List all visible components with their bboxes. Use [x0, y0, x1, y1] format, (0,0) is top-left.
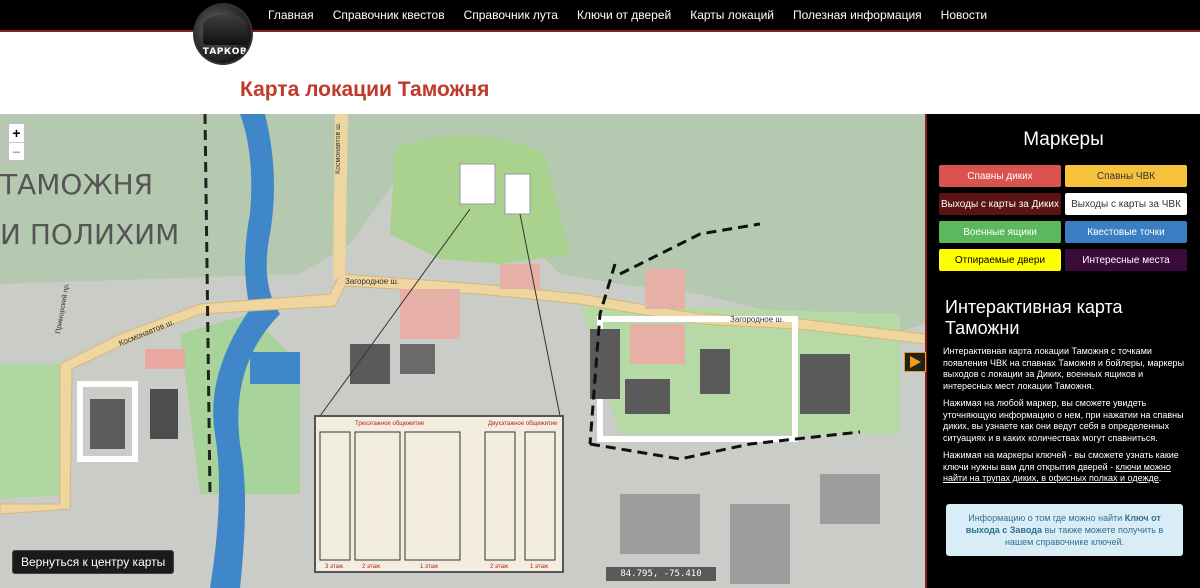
info-title-line-1: Интерактивная карта [945, 297, 1123, 317]
map-canvas[interactable]: ТАМОЖНЯ И ПОЛИХИМ Загородное ш. Загородн… [0, 114, 925, 588]
floor-label-4: 2 этаж [490, 564, 508, 570]
recenter-button[interactable]: Вернуться к центру карты [12, 550, 175, 574]
dorm-small-2 [504, 173, 531, 215]
zoom-control: + − [7, 122, 26, 162]
logo-figures [203, 15, 247, 45]
floor-label-1: 3 этаж [325, 564, 343, 570]
top-navbar: Главная Справочник квестов Справочник лу… [0, 0, 1200, 32]
info-title-line-2: Таможни [945, 318, 1020, 338]
marker-btn-military-crates[interactable]: Военные ящики [939, 221, 1061, 243]
road-label-zagorodnoe-2: Загородное ш. [730, 315, 784, 324]
dorm-small-1 [459, 163, 496, 205]
factory-key-notice: Информацию о том где можно найти Ключ от… [946, 504, 1183, 556]
zoom-in-button[interactable]: + [9, 124, 24, 142]
zone-east-2 [645, 269, 685, 309]
dorm-plan-title-right: Двухэтажное общежитие [488, 421, 558, 427]
road-label-kosmonavtov-vert: Космонавтов ш. [335, 122, 342, 174]
info-text: Интерактивная карта локации Таможня с то… [943, 346, 1191, 491]
boilers [800, 354, 850, 414]
marker-btn-pmc-exits[interactable]: Выходы с карты за ЧВК [1065, 193, 1187, 215]
building-east-1 [590, 329, 620, 399]
marker-btn-scav-exits[interactable]: Выходы с карты за Диких [939, 193, 1061, 215]
zone-west [145, 349, 185, 369]
building-south-3 [820, 474, 880, 524]
interactive-map[interactable]: ТАМОЖНЯ И ПОЛИХИМ Загородное ш. Загородн… [0, 114, 925, 588]
floor-label-5: 1 этаж [530, 564, 548, 570]
building-east-2 [625, 379, 670, 414]
markers-title: Маркеры [1023, 129, 1104, 150]
building-center-2 [400, 344, 435, 374]
building-center-1 [350, 344, 390, 384]
building-east-3 [700, 349, 730, 394]
info-paragraph-2: Нажимая на любой маркер, вы сможете увид… [943, 398, 1184, 443]
map-title-1: ТАМОЖНЯ [0, 168, 153, 201]
building-south-2 [730, 504, 790, 584]
info-p3-end: . [1158, 473, 1162, 483]
building-west-1-roof [90, 399, 125, 449]
nav-loot[interactable]: Справочник лута [464, 8, 558, 22]
info-paragraph-3: Нажимая на маркеры ключей - вы сможете у… [943, 450, 1191, 485]
info-title: Интерактивная карта Таможни [945, 297, 1123, 339]
logo-text: ТАРКОВ [202, 47, 248, 57]
marker-btn-quest-points[interactable]: Квестовые точки [1065, 221, 1187, 243]
marker-btn-pmc-spawns[interactable]: Спавны ЧВК [1065, 165, 1187, 187]
nav-news[interactable]: Новости [941, 8, 987, 22]
sidebar-toggle-arrow-icon[interactable] [904, 352, 926, 372]
road-label-zagorodnoe-1: Загородное ш. [345, 277, 399, 286]
floor-label-2: 2 этаж [362, 564, 380, 570]
notice-start: Информацию о том где можно найти [968, 513, 1125, 523]
nav-keys[interactable]: Ключи от дверей [577, 8, 671, 22]
zone-east [630, 324, 685, 364]
dorm-floor-plan: Трехэтажное общежитие Двухэтажное общежи… [314, 415, 564, 573]
site-logo[interactable]: ТАРКОВ [193, 3, 253, 65]
info-paragraph-1: Интерактивная карта локации Таможня с то… [943, 346, 1185, 391]
marker-btn-points-of-interest[interactable]: Интересные места [1065, 249, 1187, 271]
nav-maps[interactable]: Карты локаций [690, 8, 774, 22]
marker-filter-grid: Спавны диких Спавны ЧВК Выходы с карты з… [939, 165, 1189, 271]
map-title-2: И ПОЛИХИМ [0, 218, 179, 251]
zoom-out-button[interactable]: − [9, 142, 24, 160]
page-title: Карта локации Таможня [240, 78, 490, 101]
markers-sidebar: Маркеры Спавны диких Спавны ЧВК Выходы с… [925, 114, 1200, 588]
marker-btn-locked-doors[interactable]: Отпираемые двери [939, 249, 1061, 271]
nav-home[interactable]: Главная [268, 8, 314, 22]
zone-center [400, 289, 460, 339]
main-nav: Главная Справочник квестов Справочник лу… [268, 0, 1006, 30]
lake [250, 352, 300, 384]
dorm-plan-frame [314, 415, 564, 573]
nav-quests[interactable]: Справочник квестов [333, 8, 445, 22]
dorm-plan-title-left: Трехэтажное общежитие [355, 421, 425, 427]
coords-readout: 84.795, -75.410 [606, 567, 716, 581]
marker-btn-scav-spawns[interactable]: Спавны диких [939, 165, 1061, 187]
floor-label-3: 1 этаж [420, 564, 438, 570]
building-west-2 [150, 389, 178, 439]
nav-info[interactable]: Полезная информация [793, 8, 922, 22]
building-south-1 [620, 494, 700, 554]
